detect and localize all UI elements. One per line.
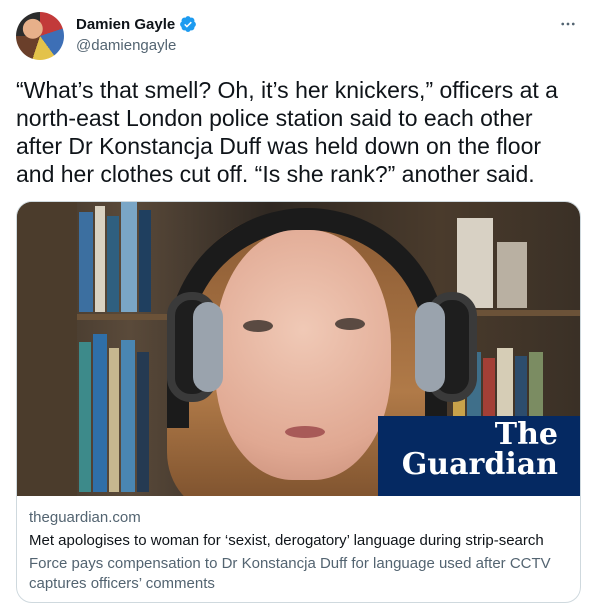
guardian-logo-line2: Guardian [401,447,558,482]
card-body[interactable]: theguardian.com Met apologises to woman … [17,496,580,594]
link-card[interactable]: The Guardian theguardian.com Met apologi… [16,201,581,603]
author-name-row[interactable]: Damien Gayle [76,15,197,33]
card-description: Force pays compensation to Dr Konstancja… [29,555,551,592]
card-image[interactable]: The Guardian [17,202,580,496]
more-horizontal-icon[interactable] [556,12,580,36]
author-handle[interactable]: @damiengayle [76,37,176,54]
guardian-logo: The Guardian [378,416,580,496]
avatar[interactable] [16,12,64,60]
card-title: Met apologises to woman for ‘sexist, der… [29,532,544,549]
tweet-text: “What’s that smell? Oh, it’s her knicker… [16,77,558,187]
author-name[interactable]: Damien Gayle [76,16,175,33]
card-domain: theguardian.com [29,509,141,526]
verified-badge-icon [179,15,197,33]
guardian-logo-line1: The [494,417,558,452]
